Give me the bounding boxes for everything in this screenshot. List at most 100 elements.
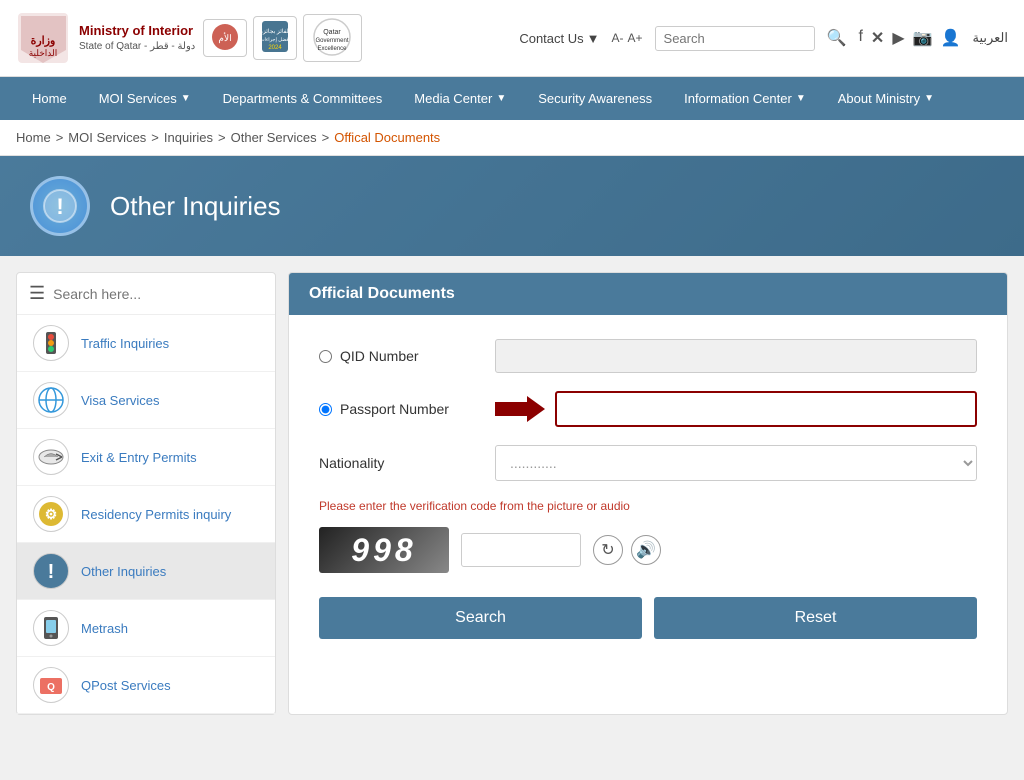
sidebar-search-input[interactable]	[53, 286, 263, 302]
reset-button[interactable]: Reset	[654, 597, 977, 639]
breadcrumb-other-services[interactable]: Other Services	[231, 130, 317, 145]
breadcrumb-inquiries[interactable]: Inquiries	[164, 130, 213, 145]
nav-departments[interactable]: Departments & Committees	[207, 77, 399, 120]
page-title: Other Inquiries	[110, 191, 281, 222]
facebook-icon[interactable]: f	[858, 28, 862, 48]
instagram-icon[interactable]: 📷	[913, 28, 933, 48]
sidebar-item-visa-services[interactable]: Visa Services	[17, 372, 275, 429]
form-header: Official Documents	[289, 273, 1007, 315]
svg-text:Excellence: Excellence	[318, 46, 348, 52]
profile-icon[interactable]: 👤	[941, 28, 961, 48]
svg-text:2024: 2024	[269, 45, 283, 51]
svg-text:الأم: الأم	[219, 32, 232, 44]
breadcrumb-home[interactable]: Home	[16, 130, 51, 145]
exit-icon	[33, 439, 69, 475]
captcha-audio-button[interactable]: 🔊	[631, 535, 661, 565]
svg-text:Q: Q	[47, 682, 55, 693]
passport-arrow-indicator	[495, 394, 545, 424]
moi-emblem-icon: وزارة الداخلية	[16, 8, 71, 68]
twitter-icon[interactable]: ✕	[871, 28, 884, 48]
nav-moi-services-arrow-icon: ▼	[181, 93, 191, 104]
action-buttons: Search Reset	[319, 597, 977, 639]
qid-label: QID Number	[319, 348, 479, 364]
top-header: وزارة الداخلية Ministry of Interior Stat…	[0, 0, 1024, 77]
svg-text:⚙: ⚙	[45, 506, 58, 522]
metrash-icon	[33, 610, 69, 646]
sidebar-item-other-inquiries[interactable]: ! Other Inquiries	[17, 543, 275, 600]
nav-media-center[interactable]: Media Center ▼	[398, 77, 522, 120]
passport-radio[interactable]	[319, 403, 332, 416]
svg-text:أفضل إجراءات: أفضل إجراءات	[260, 35, 290, 43]
ministry-text: Ministry of Interior State of Qatar - دو…	[79, 23, 195, 53]
nav-home[interactable]: Home	[16, 77, 83, 120]
qpost-icon: Q	[33, 667, 69, 703]
page-banner: ! Other Inquiries	[0, 156, 1024, 256]
badge-3: Qatar Government Excellence	[303, 14, 362, 63]
social-icons: f ✕ ▶ 📷 👤	[858, 28, 960, 48]
exclamation-icon: !	[42, 188, 78, 224]
header-right: Contact Us ▼ A- A+ 🔍 f ✕ ▶ 📷 👤 العربية	[519, 26, 1008, 51]
breadcrumb-moi-services[interactable]: MOI Services	[68, 130, 146, 145]
logo-area: وزارة الداخلية Ministry of Interior Stat…	[16, 8, 362, 68]
logo-badges: الأم الفائز بجائزة أفضل إجراءات 2024 Qat…	[203, 14, 362, 63]
svg-text:!: !	[56, 194, 63, 219]
breadcrumb: Home > MOI Services > Inquiries > Other …	[0, 120, 1024, 156]
form-body: QID Number Passport Number	[289, 315, 1007, 663]
captcha-input[interactable]	[461, 533, 581, 567]
youtube-icon[interactable]: ▶	[892, 28, 904, 48]
other-inquiries-icon: !	[33, 553, 69, 589]
nationality-select[interactable]: ............	[495, 445, 977, 481]
qid-input[interactable]	[495, 339, 977, 373]
nav-moi-services[interactable]: MOI Services ▼	[83, 77, 207, 120]
nav-information-center[interactable]: Information Center ▼	[668, 77, 822, 120]
nav-info-arrow-icon: ▼	[796, 93, 806, 104]
nav-security[interactable]: Security Awareness	[522, 77, 668, 120]
nav-about-arrow-icon: ▼	[924, 93, 934, 104]
menu-icon[interactable]: ☰	[29, 283, 45, 304]
captcha-controls: ↻ 🔊	[593, 535, 661, 565]
nav-about[interactable]: About Ministry ▼	[822, 77, 950, 120]
visa-icon	[33, 382, 69, 418]
nav-media-arrow-icon: ▼	[496, 93, 506, 104]
passport-input[interactable]	[555, 391, 977, 427]
font-controls: A- A+	[612, 31, 643, 45]
svg-text:Government: Government	[316, 38, 349, 44]
search-input[interactable]	[655, 26, 815, 51]
svg-text:الداخلية: الداخلية	[29, 48, 58, 58]
badge-1: الأم	[203, 19, 247, 58]
sidebar: ☰ Traffic Inquiries	[16, 272, 276, 715]
sidebar-search-area: ☰	[17, 273, 275, 315]
qid-radio[interactable]	[319, 350, 332, 363]
main-content: ☰ Traffic Inquiries	[0, 256, 1024, 731]
sidebar-item-traffic-inquiries[interactable]: Traffic Inquiries	[17, 315, 275, 372]
sidebar-item-residency-permits[interactable]: ⚙ Residency Permits inquiry	[17, 486, 275, 543]
residency-icon: ⚙	[33, 496, 69, 532]
font-increase-button[interactable]: A+	[628, 31, 643, 45]
captcha-image: 998	[319, 527, 449, 573]
sidebar-item-metrash[interactable]: Metrash	[17, 600, 275, 657]
svg-text:وزارة: وزارة	[31, 35, 56, 47]
passport-row: Passport Number	[319, 391, 977, 427]
traffic-icon	[33, 325, 69, 361]
search-button[interactable]: Search	[319, 597, 642, 639]
nationality-label: Nationality	[319, 455, 479, 471]
right-arrow-icon	[495, 394, 545, 424]
sidebar-item-exit-entry-permits[interactable]: Exit & Entry Permits	[17, 429, 275, 486]
svg-text:Qatar: Qatar	[323, 29, 341, 36]
main-navigation: Home MOI Services ▼ Departments & Commit…	[0, 77, 1024, 120]
captcha-row: 998 ↻ 🔊	[319, 527, 977, 573]
search-icon[interactable]: 🔍	[827, 28, 847, 48]
svg-text:!: !	[48, 561, 55, 583]
breadcrumb-current: Offical Documents	[334, 130, 440, 145]
captcha-refresh-button[interactable]: ↻	[593, 535, 623, 565]
arabic-language-button[interactable]: العربية	[972, 30, 1008, 46]
dropdown-arrow-icon: ▼	[587, 31, 600, 46]
font-decrease-button[interactable]: A-	[612, 31, 624, 45]
svg-text:الفائز بجائزة: الفائز بجائزة	[260, 28, 290, 35]
banner-icon: !	[30, 176, 90, 236]
contact-button[interactable]: Contact Us ▼	[519, 31, 599, 46]
passport-label: Passport Number	[319, 401, 479, 417]
form-panel: Official Documents QID Number Passport N…	[288, 272, 1008, 715]
sidebar-item-qpost-services[interactable]: Q QPost Services	[17, 657, 275, 714]
badge-2: الفائز بجائزة أفضل إجراءات 2024	[253, 16, 297, 60]
